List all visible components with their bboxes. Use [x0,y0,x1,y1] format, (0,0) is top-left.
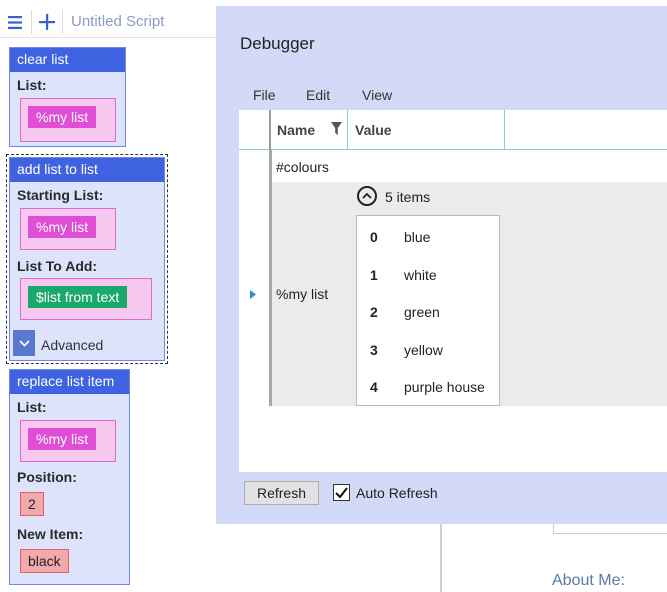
item-value: yellow [404,342,443,358]
column-divider[interactable] [347,110,348,150]
column-value[interactable]: Value [355,122,392,138]
add-list-to-list-block[interactable]: add list to list Starting List: %my list… [9,157,165,361]
auto-refresh-label[interactable]: Auto Refresh [356,485,438,501]
toolbar-divider [62,10,63,34]
column-divider[interactable] [504,110,505,150]
list-slot[interactable]: %my list [20,98,116,142]
debugger-window: Debugger File Edit View Name Value #colo… [216,6,667,524]
position-label: Position: [17,469,77,485]
collapse-icon[interactable] [357,186,377,206]
block-title: replace list item [10,370,129,394]
about-me-label: About Me: [552,572,625,589]
variable-chip[interactable]: %my list [28,106,97,128]
advanced-label[interactable]: Advanced [41,337,103,353]
item-index: 2 [370,304,378,320]
menu-view[interactable]: View [362,87,392,103]
starting-list-label: Starting List: [17,187,104,203]
list-item[interactable]: 0 blue [357,218,499,255]
plus-icon[interactable] [32,6,62,38]
variable-chip[interactable]: %my list [28,428,97,450]
item-index: 0 [370,229,378,245]
starting-list-slot[interactable]: %my list [20,208,116,250]
page-panel-edge [553,524,667,534]
list-to-add-slot[interactable]: $list from text [20,278,152,320]
menu-edit[interactable]: Edit [306,87,330,103]
new-item-label: New Item: [17,526,84,542]
variables-grid: Name Value #colours %my list 5 items 0 b… [239,110,667,472]
list-item[interactable]: 1 white [357,256,499,293]
menu-file[interactable]: File [253,87,276,103]
script-toolbar: Untitled Script [0,6,216,38]
column-divider [269,110,271,150]
list-to-add-label: List To Add: [17,258,98,274]
clear-list-block[interactable]: clear list List: %my list [9,47,126,147]
replace-list-item-block[interactable]: replace list item List: %my list Positio… [9,369,130,585]
list-item[interactable]: 2 green [357,293,499,330]
debugger-title: Debugger [240,34,315,53]
variable-name: #colours [276,159,329,175]
list-item[interactable]: 4 purple house [357,368,499,405]
item-value: green [404,304,440,320]
script-title[interactable]: Untitled Script [71,13,164,30]
auto-refresh-checkbox[interactable] [333,484,350,501]
list-slot[interactable]: %my list [20,420,116,462]
list-label: List: [17,399,47,415]
page-divider [440,524,442,592]
text-function-chip[interactable]: $list from text [28,286,128,308]
column-name[interactable]: Name [277,122,315,138]
item-index: 4 [370,379,378,395]
table-row[interactable]: #colours [272,150,667,182]
position-value-chip[interactable]: 2 [20,492,44,516]
item-value: white [404,267,437,283]
list-item[interactable]: 3 yellow [357,331,499,368]
block-title: add list to list [10,158,164,182]
item-index: 3 [370,342,378,358]
item-value: purple house [404,379,485,395]
variable-name: %my list [276,286,329,302]
current-row-arrow-icon [250,290,256,302]
variable-chip[interactable]: %my list [28,216,97,238]
block-title: clear list [10,48,125,72]
filter-icon[interactable] [331,122,342,138]
item-count: 5 items [385,189,431,205]
refresh-button[interactable]: Refresh [244,481,319,505]
hamburger-icon[interactable] [0,6,30,38]
grid-header: Name Value [239,110,667,150]
list-label: List: [17,77,47,93]
chevron-down-icon[interactable] [13,330,35,356]
item-value: blue [404,229,431,245]
new-item-value-chip[interactable]: black [20,549,69,573]
list-items-panel: 0 blue 1 white 2 green 3 yellow 4 purple… [356,215,500,406]
item-index: 1 [370,267,378,283]
